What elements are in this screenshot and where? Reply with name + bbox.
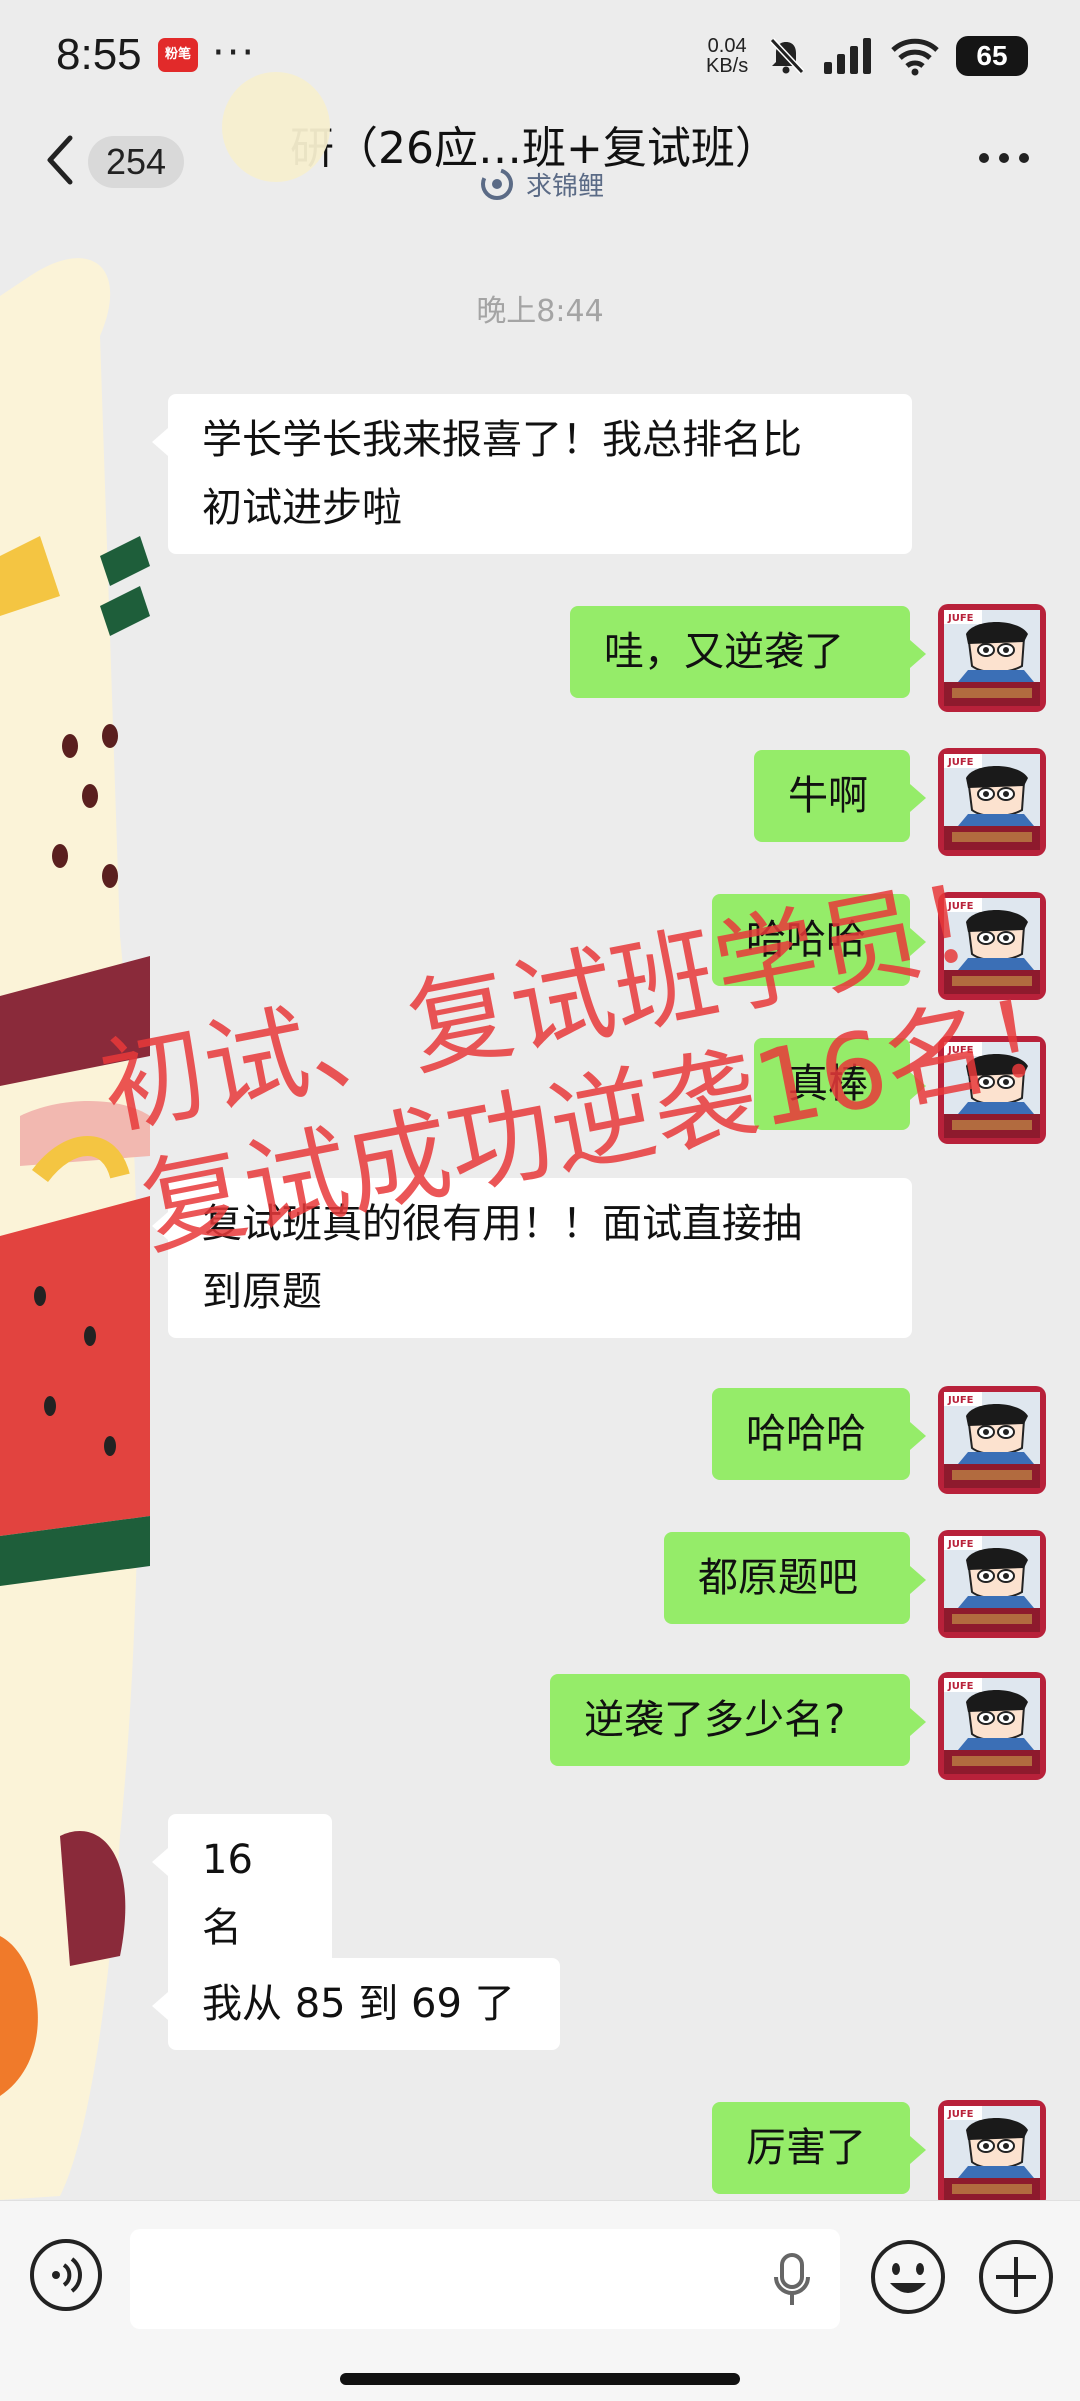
plus-icon[interactable] <box>976 2237 1056 2317</box>
svg-text:JUFE: JUFE <box>947 1045 974 1056</box>
message-text-line: 哈哈哈 <box>746 1411 866 1457</box>
battery-icon: 65 <box>956 36 1028 76</box>
app-notification-icon: 粉笔 <box>158 38 198 72</box>
message-bubble-incoming[interactable]: 学长学长我来报喜了！我总排名比 初试进步啦 <box>152 394 912 554</box>
message-text-line: 都原题吧 <box>698 1555 858 1601</box>
sender-avatar[interactable]: JUFE <box>938 1530 1046 1638</box>
svg-text:JUFE: JUFE <box>947 613 974 624</box>
chat-area[interactable]: 晚上8:44 学长学长我来报喜了！我总排名比 初试进步啦 哇，又逆袭了 牛啊 哈… <box>0 236 1080 2200</box>
message-bubble-incoming[interactable]: 16 名 <box>152 1814 332 1974</box>
network-speed: 0.04 KB/s <box>706 36 748 76</box>
message-bubble-outgoing[interactable]: 哈哈哈 <box>712 1388 926 1480</box>
sender-avatar[interactable]: JUFE <box>938 1036 1046 1144</box>
sender-avatar[interactable]: JUFE <box>938 2100 1046 2200</box>
emoji-icon[interactable] <box>868 2237 948 2317</box>
message-bubble-outgoing[interactable]: 厉害了 <box>712 2102 926 2194</box>
svg-text:JUFE: JUFE <box>947 2109 974 2120</box>
signal-icon <box>824 38 871 74</box>
mute-icon <box>769 37 805 75</box>
svg-text:JUFE: JUFE <box>947 1395 974 1406</box>
message-input-bar <box>0 2200 1080 2401</box>
svg-text:JUFE: JUFE <box>947 757 974 768</box>
status-bar: 8:55 粉笔 ··· 0.04 KB/s 65 <box>0 0 1080 112</box>
more-notifications-icon: ··· <box>212 30 257 76</box>
svg-text:JUFE: JUFE <box>947 1539 974 1550</box>
unread-count-badge[interactable]: 254 <box>88 136 184 188</box>
network-speed-unit: KB/s <box>706 55 749 77</box>
sender-avatar[interactable]: JUFE <box>938 892 1046 1000</box>
message-text-line: 16 名 <box>202 1837 253 1951</box>
voice-icon[interactable] <box>28 2237 104 2313</box>
message-text-line: 初试进步啦 <box>202 485 402 531</box>
sticker-overlay <box>222 72 330 182</box>
message-text-line: 逆袭了多少名? <box>584 1697 846 1743</box>
status-icons: 65 <box>766 34 1028 78</box>
message-text-line: 真棒 <box>788 1061 868 1107</box>
sender-avatar[interactable]: JUFE <box>938 748 1046 856</box>
chat-subtitle: 求锦鲤 <box>480 164 604 204</box>
message-text-line: 复试班真的很有用！！面试直接抽 <box>202 1201 802 1247</box>
message-text-line: 牛啊 <box>788 773 868 819</box>
message-text-line: 哇，又逆袭了 <box>604 629 844 675</box>
message-bubble-outgoing[interactable]: 哈哈哈 <box>712 894 926 986</box>
home-indicator[interactable] <box>340 2373 740 2385</box>
message-text-line: 厉害了 <box>746 2125 866 2171</box>
status-swirl-icon <box>481 168 513 200</box>
message-bubble-outgoing[interactable]: 哇，又逆袭了 <box>570 606 926 698</box>
wifi-icon <box>891 38 939 76</box>
message-bubble-incoming[interactable]: 复试班真的很有用！！面试直接抽 到原题 <box>152 1178 912 1338</box>
message-text-line: 哈哈哈 <box>746 917 866 963</box>
message-bubble-outgoing[interactable]: 真棒 <box>754 1038 926 1130</box>
back-arrow-icon[interactable] <box>40 130 80 190</box>
message-text-line: 我从 85 到 69 了 <box>202 1981 515 2027</box>
message-text-line: 学长学长我来报喜了！我总排名比 <box>202 417 802 463</box>
message-bubble-outgoing[interactable]: 牛啊 <box>754 750 926 842</box>
status-time: 8:55 <box>56 30 142 79</box>
message-bubble-incoming[interactable]: 我从 85 到 69 了 <box>152 1958 560 2050</box>
message-bubble-outgoing[interactable]: 都原题吧 <box>664 1532 926 1624</box>
svg-text:JUFE: JUFE <box>947 1681 974 1692</box>
message-text-line: 到原题 <box>202 1269 322 1315</box>
network-speed-value: 0.04 <box>707 35 747 57</box>
decorative-sticker <box>0 258 150 2200</box>
message-timestamp: 晚上8:44 <box>476 294 604 329</box>
microphone-icon[interactable] <box>770 2251 814 2311</box>
sender-avatar[interactable]: JUFE <box>938 604 1046 712</box>
message-bubble-outgoing[interactable]: 逆袭了多少名? <box>550 1674 926 1766</box>
chat-header: 254 研（26应…班+复试班） 求锦鲤 <box>0 72 1080 208</box>
message-input[interactable] <box>130 2229 840 2329</box>
chat-subtitle-text: 求锦鲤 <box>526 171 605 202</box>
svg-text:JUFE: JUFE <box>947 901 974 912</box>
more-options-icon[interactable] <box>976 148 1032 168</box>
sender-avatar[interactable]: JUFE <box>938 1672 1046 1780</box>
sender-avatar[interactable]: JUFE <box>938 1386 1046 1494</box>
